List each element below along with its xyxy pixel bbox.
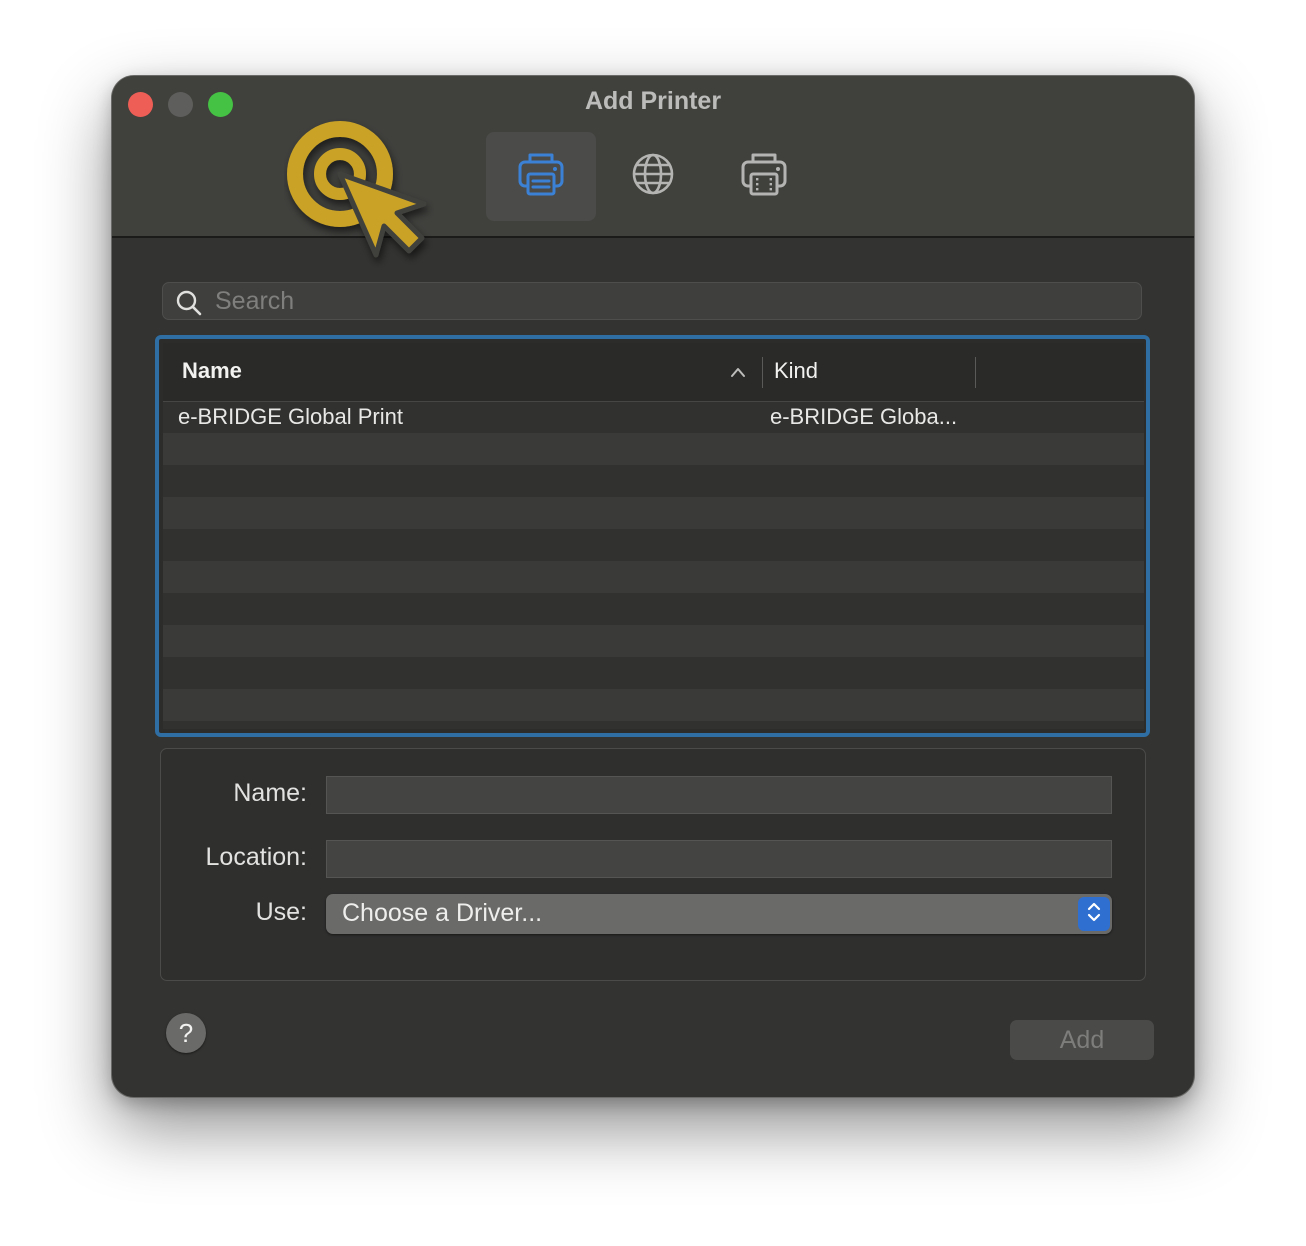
printer-list-body: Name Kind e-BRIDGE Global Print e-BRIDGE…	[163, 343, 1144, 729]
sort-ascending-icon[interactable]	[730, 365, 746, 383]
column-header-kind[interactable]: Kind	[774, 358, 818, 384]
row-stripe	[163, 721, 1144, 729]
driver-select-value: Choose a Driver...	[342, 899, 543, 927]
name-field[interactable]	[326, 776, 1112, 814]
toolbar-windows-button[interactable]	[709, 132, 819, 221]
add-button[interactable]: Add	[1010, 1020, 1154, 1060]
column-header-name[interactable]: Name	[182, 358, 242, 384]
help-button[interactable]: ?	[166, 1013, 206, 1053]
row-stripe	[163, 561, 1144, 593]
printer-list-table[interactable]: Name Kind e-BRIDGE Global Print e-BRIDGE…	[155, 335, 1150, 737]
printer-details-form: Name: Location: Use: Choose a Driver...	[160, 748, 1146, 981]
window-title: Add Printer	[584, 87, 722, 115]
globe-icon	[631, 152, 675, 201]
row-stripe	[163, 497, 1144, 529]
row-stripe	[163, 657, 1144, 689]
printer-icon	[517, 151, 565, 202]
add-printer-window: Add Printer Search Name Kind e-BRIDGE Gl…	[112, 76, 1194, 1097]
column-separator[interactable]	[762, 357, 763, 388]
title-bar: Add Printer	[112, 76, 1194, 238]
click-indicator-icon	[284, 118, 434, 273]
row-stripe	[163, 465, 1144, 497]
toolbar-ip-button[interactable]	[598, 132, 708, 221]
search-field[interactable]	[162, 282, 1142, 320]
search-icon	[176, 290, 202, 321]
row-stripe	[163, 689, 1144, 721]
search-input[interactable]	[215, 283, 1115, 319]
row-stripe	[163, 593, 1144, 625]
chevron-up-down-icon	[1086, 900, 1102, 929]
location-field[interactable]	[326, 840, 1112, 878]
select-stepper[interactable]	[1078, 897, 1110, 931]
location-label: Location:	[205, 843, 307, 871]
printer-name-cell: e-BRIDGE Global Print	[178, 404, 403, 429]
printer-windows-icon	[740, 151, 788, 202]
table-row[interactable]: e-BRIDGE Global Print e-BRIDGE Globa...	[163, 401, 1144, 433]
table-header: Name Kind	[163, 343, 1144, 402]
column-separator[interactable]	[975, 357, 976, 388]
row-stripe	[163, 529, 1144, 561]
row-stripe	[163, 433, 1144, 465]
driver-select[interactable]: Choose a Driver...	[326, 894, 1112, 934]
name-label: Name:	[233, 779, 307, 807]
use-label: Use:	[255, 898, 307, 926]
row-stripe	[163, 625, 1144, 657]
toolbar-default-button[interactable]	[486, 132, 596, 221]
printer-kind-cell: e-BRIDGE Globa...	[770, 404, 958, 429]
